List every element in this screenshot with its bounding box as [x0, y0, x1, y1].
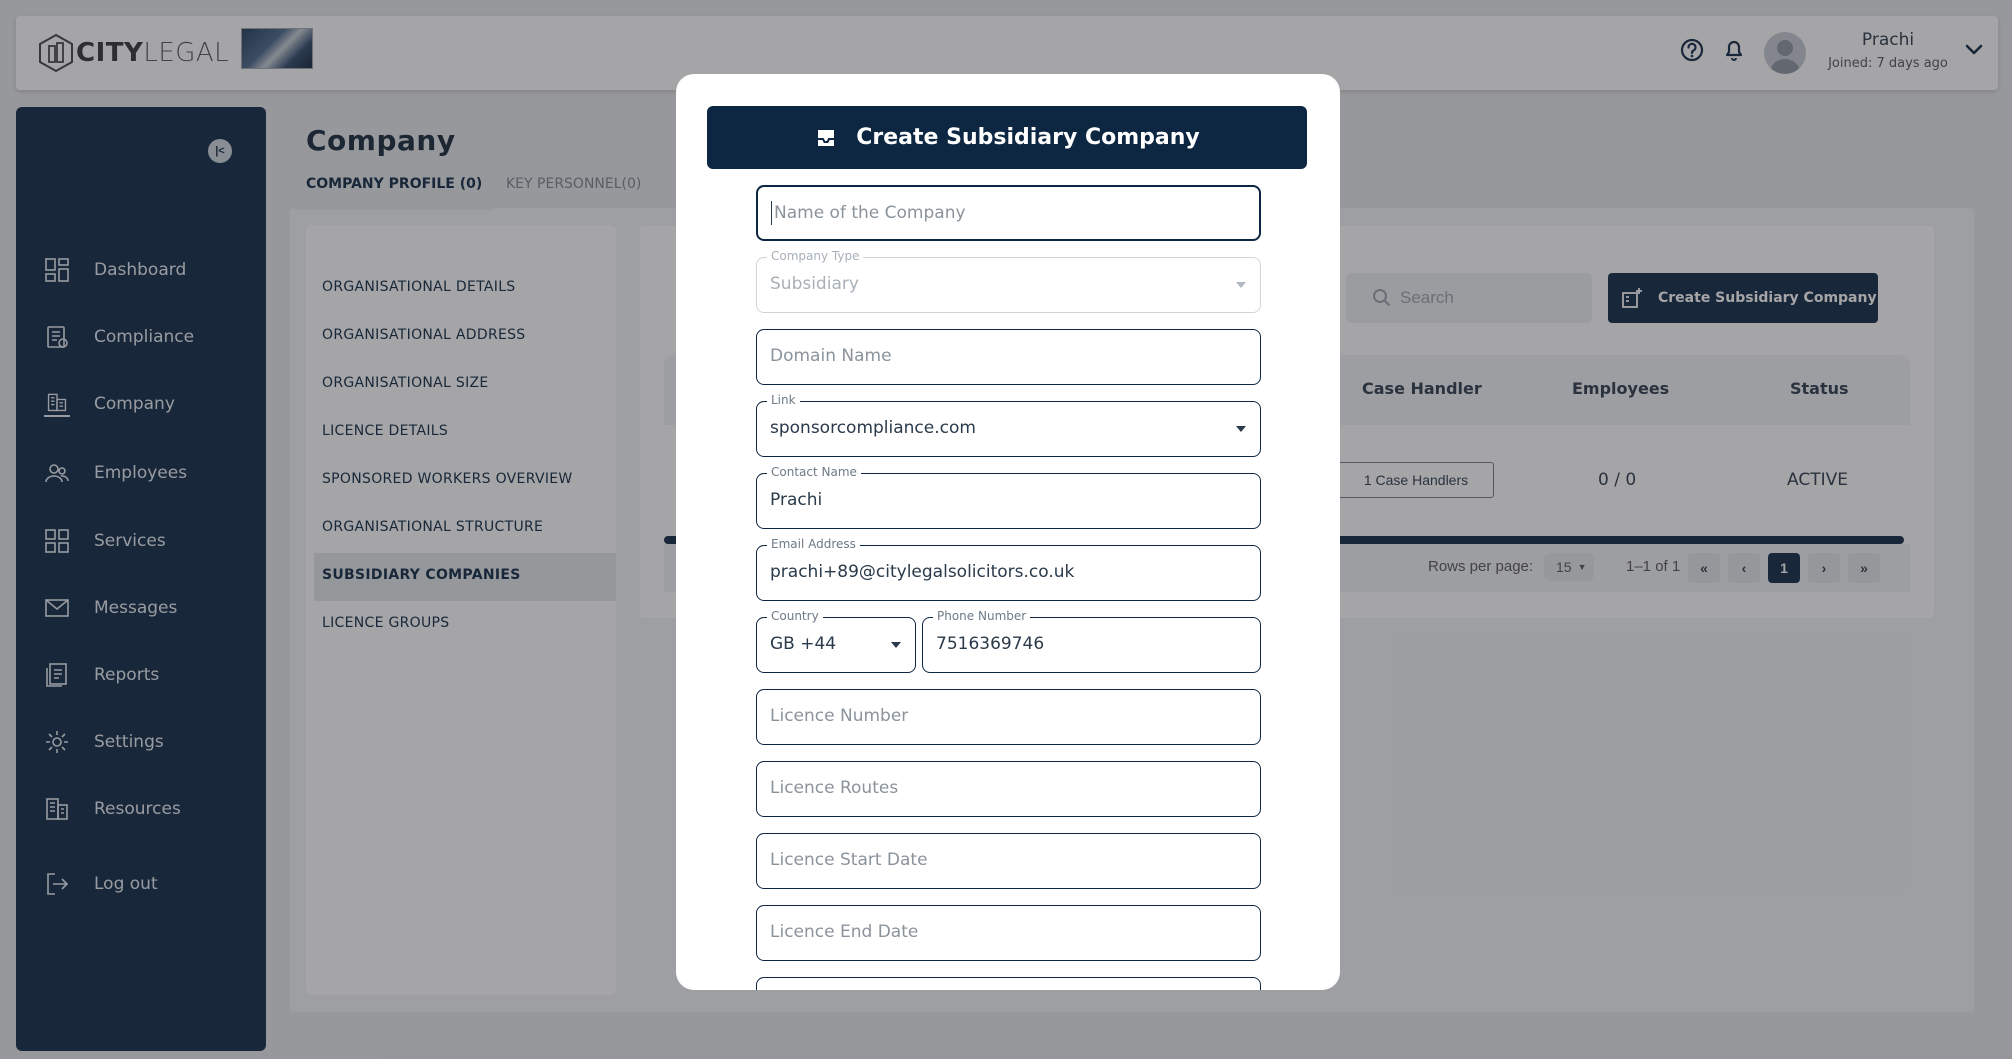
- licence-end-placeholder: Licence End Date: [770, 922, 919, 942]
- company-name-placeholder: Name of the Company: [774, 203, 966, 223]
- caret-down-icon: [1236, 282, 1246, 288]
- licence-start-date-field[interactable]: Licence Start Date: [756, 833, 1261, 889]
- licence-end-date-field[interactable]: Licence End Date: [756, 905, 1261, 961]
- company-type-value: Subsidiary: [770, 274, 859, 294]
- link-select[interactable]: Link sponsorcompliance.com: [756, 393, 1261, 457]
- modal-header: Create Subsidiary Company: [707, 106, 1307, 169]
- company-name-field[interactable]: Name of the Company: [756, 185, 1261, 241]
- email-value: prachi+89@citylegalsolicitors.co.uk: [770, 562, 1075, 582]
- modal-title: Create Subsidiary Company: [856, 125, 1200, 150]
- phone-number-field[interactable]: Phone Number 7516369746: [922, 609, 1261, 673]
- company-type-select: Company Type Subsidiary: [756, 249, 1261, 313]
- create-subsidiary-modal: Create Subsidiary Company Name of the Co…: [676, 74, 1340, 990]
- contact-name-label: Contact Name: [767, 465, 861, 479]
- licence-routes-placeholder: Licence Routes: [770, 778, 899, 798]
- email-field[interactable]: Email Address prachi+89@citylegalsolicit…: [756, 537, 1261, 601]
- caret-down-icon: [891, 642, 901, 648]
- country-code-select[interactable]: Country GB +44: [756, 609, 916, 673]
- contact-name-field[interactable]: Contact Name Prachi: [756, 465, 1261, 529]
- phone-label: Phone Number: [933, 609, 1031, 623]
- country-value: GB +44: [770, 634, 837, 654]
- domain-name-placeholder: Domain Name: [770, 346, 892, 366]
- domain-name-field[interactable]: Domain Name: [756, 329, 1261, 385]
- link-value: sponsorcompliance.com: [770, 418, 976, 438]
- caret-down-icon: [1236, 426, 1246, 432]
- licence-number-placeholder: Licence Number: [770, 706, 909, 726]
- country-label: Country: [767, 609, 823, 623]
- company-type-label: Company Type: [767, 249, 864, 263]
- phone-value: 7516369746: [936, 634, 1045, 654]
- licence-number-field[interactable]: Licence Number: [756, 689, 1261, 745]
- inbox-icon: [818, 129, 835, 146]
- text-cursor: [771, 201, 772, 225]
- next-field-partial[interactable]: [756, 977, 1261, 990]
- licence-routes-field[interactable]: Licence Routes: [756, 761, 1261, 817]
- licence-start-placeholder: Licence Start Date: [770, 850, 928, 870]
- link-label: Link: [767, 393, 800, 407]
- contact-name-value: Prachi: [770, 490, 823, 510]
- email-label: Email Address: [767, 537, 860, 551]
